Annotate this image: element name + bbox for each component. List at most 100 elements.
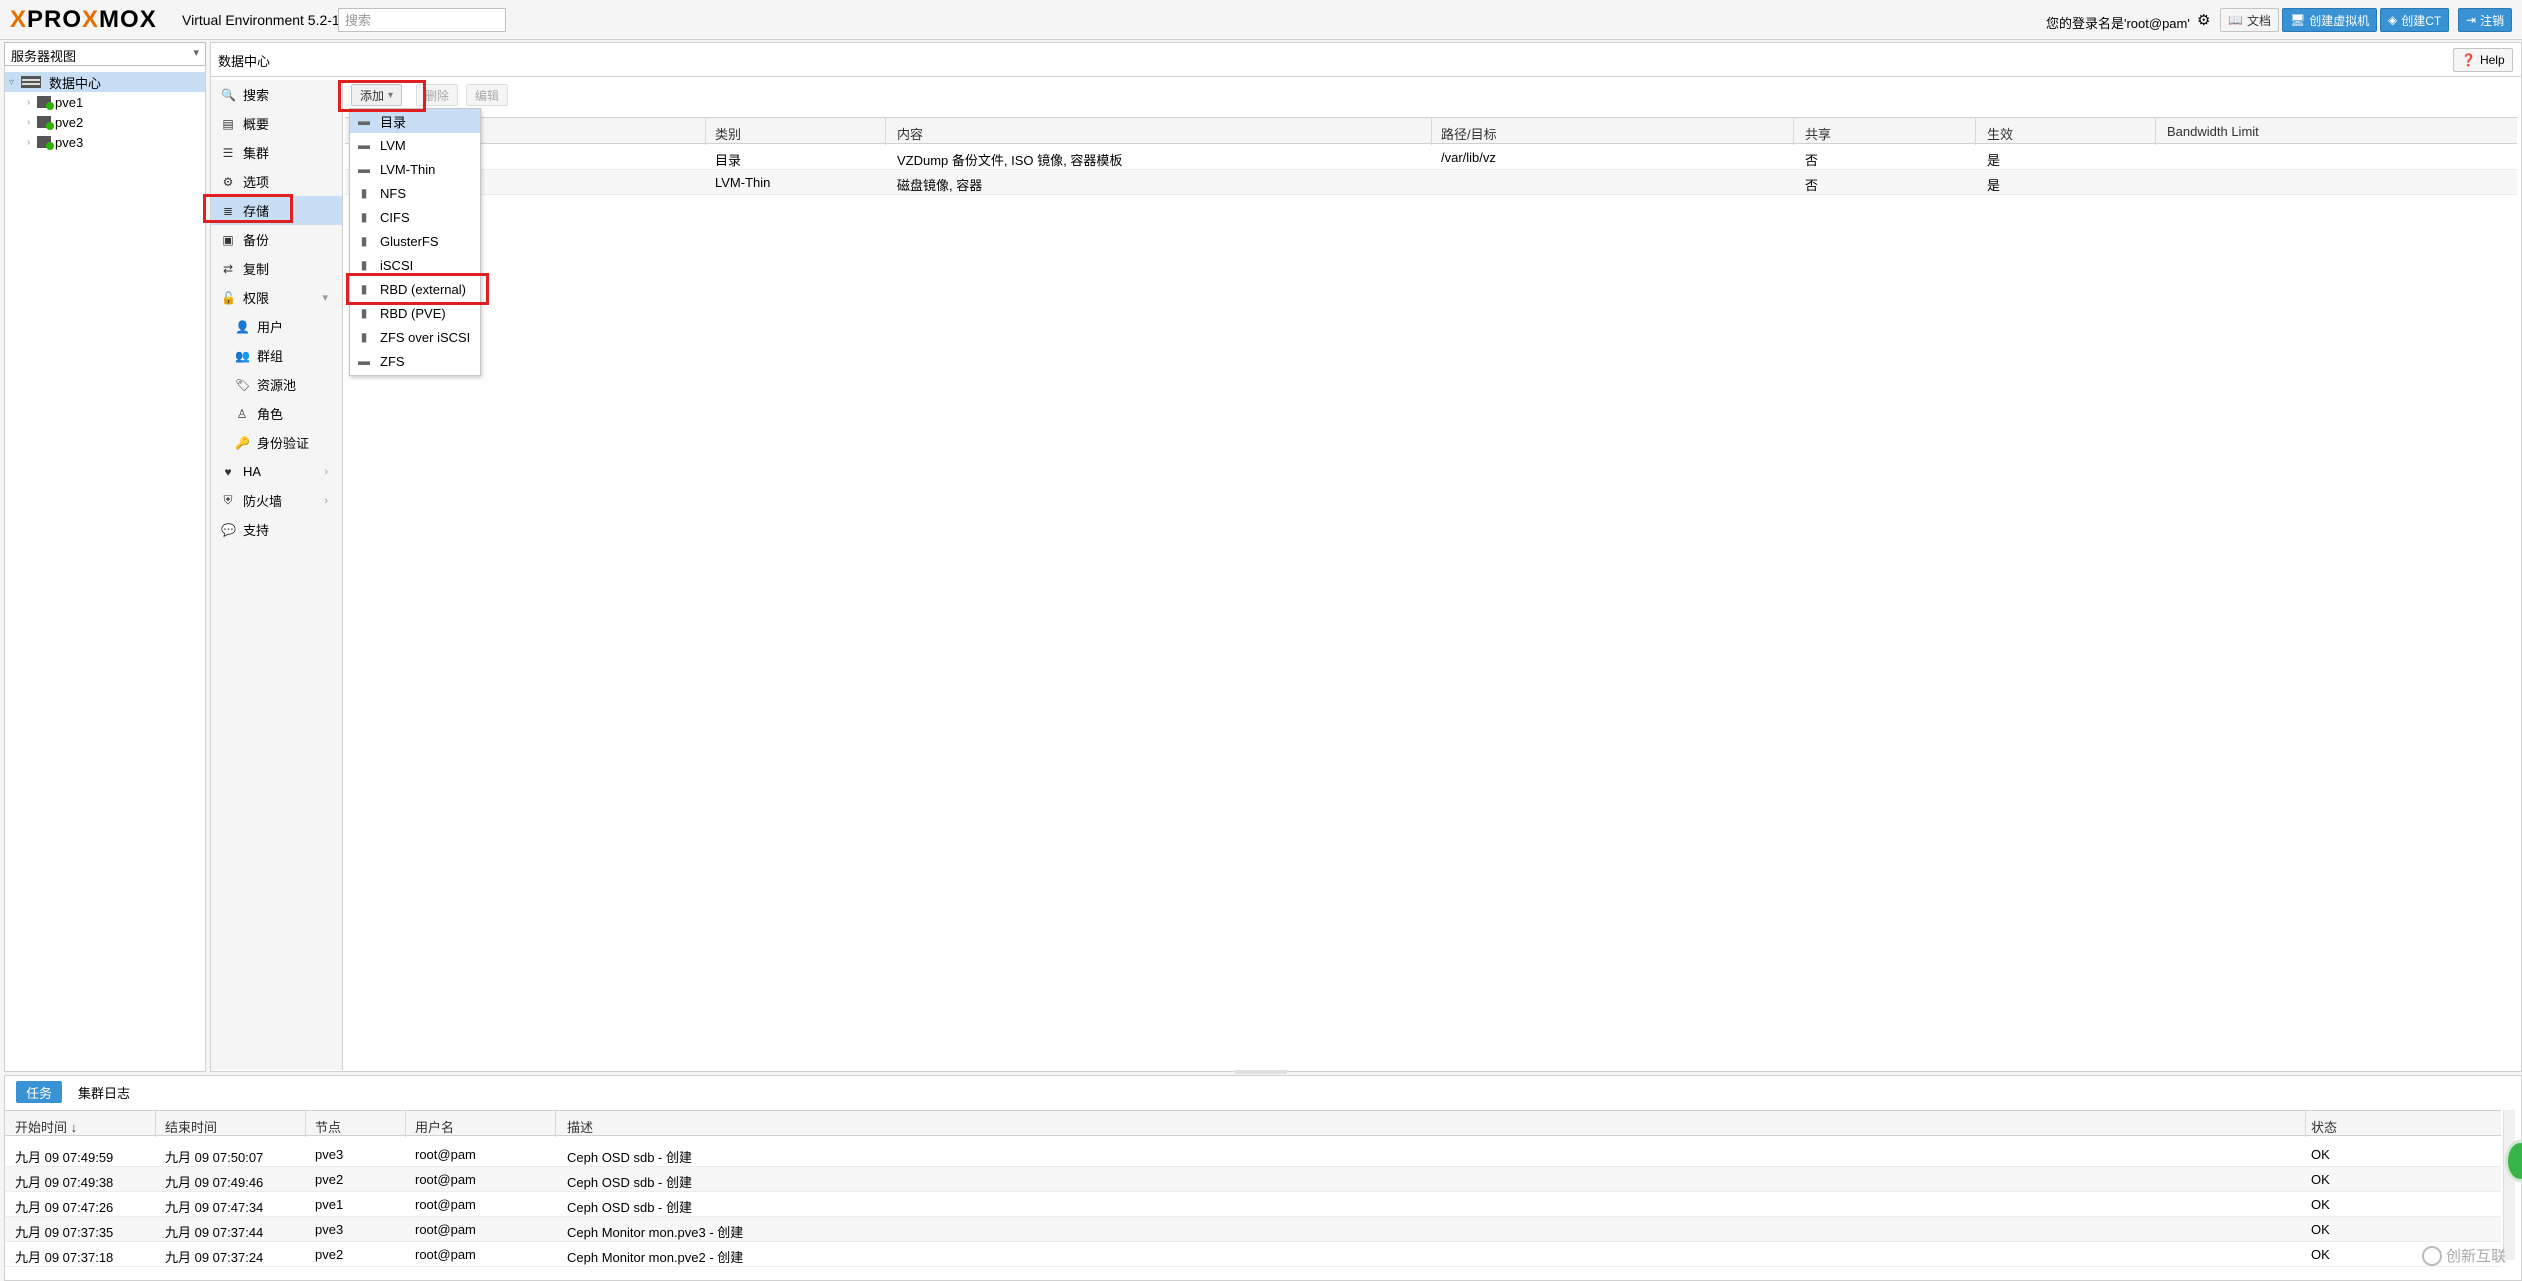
nav-item-ha[interactable]: ♥ HA › [211,457,342,486]
watermark-logo-icon [2422,1245,2442,1266]
nav-item-roles[interactable]: ♙ 角色 [211,399,342,428]
nav-item-summary[interactable]: ▤ 概要 [211,109,342,138]
server-icon: ☰ [222,145,234,160]
nav-item-support[interactable]: 💬 支持 [211,515,342,544]
divider [211,76,2521,77]
task-grid-header: 开始时间 ↓ 结束时间 节点 用户名 描述 状态 [5,1110,2501,1137]
tree-item-pve3[interactable]: › pve3 [5,132,205,152]
cell-start: 九月 09 07:37:35 [15,1225,114,1240]
floppy-icon: ▣ [222,232,234,247]
nav-item-auth[interactable]: 🔑 身份验证 [211,428,342,457]
menu-item-zfs-over-iscsi[interactable]: ▮ ZFS over iSCSI [350,325,480,349]
create-ct-button[interactable]: ◈ 创建CT [2380,8,2450,32]
nav-item-pools[interactable]: 🏷 资源池 [211,370,342,399]
task-row[interactable]: 九月 09 07:37:18 九月 09 07:37:24 pve2 root@… [5,1242,2501,1267]
tab-tasks[interactable]: 任务 [16,1081,63,1103]
nav-item-search[interactable]: 🔍 搜索 [211,80,342,109]
nav-item-options[interactable]: ⚙ 选项 [211,167,342,196]
column-header-node[interactable]: 节点 [315,1117,341,1136]
task-row[interactable]: 九月 09 07:49:38 九月 09 07:49:46 pve2 root@… [5,1167,2501,1192]
cell-type: 目录 [715,153,742,168]
create-vm-button[interactable]: 🖥 创建虚拟机 [2282,8,2378,32]
nav-label: 角色 [257,407,284,422]
cell-content: VZDump 备份文件, ISO 镜像, 容器模板 [897,153,1123,168]
column-header-end[interactable]: 结束时间 [165,1117,217,1136]
add-storage-menu: ▬ 目录 ▬ LVM ▬ LVM-Thin ▮ NFS ▮ CIFS ▮ GlusterFS… [349,108,481,376]
help-button[interactable]: ❓ Help [2453,48,2513,72]
logo-x-mid: X [82,6,100,33]
logo-text-pre: PRO [27,6,83,33]
menu-item-lvm-thin[interactable]: ▬ LVM-Thin [350,157,480,181]
edit-button[interactable]: 编辑 [466,84,509,106]
highlight-rbd-external [346,273,489,305]
column-header-user[interactable]: 用户名 [415,1117,454,1136]
folder-icon: ▬ [358,114,370,128]
nav-item-firewall[interactable]: ⛨ 防火墙 › [211,486,342,515]
menu-item-zfs[interactable]: ▬ ZFS [350,349,480,373]
cell-description: Ceph OSD sdb - 创建 [567,1175,692,1190]
tree-item-datacenter[interactable]: ▿ 数据中心 [5,72,205,92]
folder-icon: ▬ [358,138,370,152]
menu-item-lvm[interactable]: ▬ LVM [350,133,480,157]
column-header-bandwidth[interactable]: Bandwidth Limit [2167,124,2259,139]
cell-user: root@pam [415,1247,476,1262]
cell-description: Ceph Monitor mon.pve3 - 创建 [567,1225,744,1240]
proxmox-logo: X PRO X MOX [10,5,157,35]
menu-item-cifs[interactable]: ▮ CIFS [350,205,480,229]
task-row[interactable]: 九月 09 07:49:59 九月 09 07:50:07 pve3 root@… [5,1142,2501,1167]
task-scrollbar[interactable] [2503,1110,2515,1260]
column-header-description[interactable]: 描述 [567,1117,593,1136]
nav-label: 选项 [243,175,270,190]
tree-item-pve1[interactable]: › pve1 [5,92,205,112]
building-icon: ▮ [360,186,368,200]
menu-item-directory[interactable]: ▬ 目录 [350,109,480,133]
tree-item-pve2[interactable]: › pve2 [5,112,205,132]
chevron-right-icon: › [324,494,328,507]
nav-item-users[interactable]: 👤 用户 [211,312,342,341]
watermark: 创新互联 [2422,1245,2506,1266]
task-row[interactable]: 九月 09 07:47:26 九月 09 07:47:34 pve1 root@… [5,1192,2501,1217]
user-icon: 👤 [235,319,250,334]
nav-item-backup[interactable]: ▣ 备份 [211,225,342,254]
cell-description: Ceph OSD sdb - 创建 [567,1150,692,1165]
menu-item-nfs[interactable]: ▮ NFS [350,181,480,205]
column-separator [405,1111,406,1137]
column-header-status[interactable]: 状态 [2311,1117,2337,1136]
nav-item-cluster[interactable]: ☰ 集群 [211,138,342,167]
menu-item-glusterfs[interactable]: ▮ GlusterFS [350,229,480,253]
column-header-path[interactable]: 路径/目标 [1441,124,1497,143]
tab-cluster-log[interactable]: 集群日志 [68,1081,140,1103]
cell-start: 九月 09 07:49:59 [15,1150,114,1165]
menu-item-label: LVM-Thin [380,161,436,177]
search-input[interactable] [338,8,506,32]
view-selector[interactable]: 服务器视图 ▾ [4,42,206,66]
column-header-enabled[interactable]: 生效 [1987,124,2013,143]
column-header-start[interactable]: 开始时间 ↓ [15,1117,77,1136]
folder-icon: ▬ [358,162,370,176]
table-row[interactable]: LVM-Thin 磁盘镜像, 容器 否 是 [345,170,2517,195]
column-header-shared[interactable]: 共享 [1805,124,1831,143]
column-separator [155,1111,156,1137]
cell-description: Ceph OSD sdb - 创建 [567,1200,692,1215]
nav-item-replication[interactable]: ⇄ 复制 [211,254,342,283]
nav-label: 备份 [243,233,270,248]
nav-label: 群组 [257,349,284,364]
nav-item-permissions[interactable]: 🔓 权限 ▾ [211,283,342,312]
unlock-icon: 🔓 [221,290,236,305]
column-header-type[interactable]: 类别 [715,124,741,143]
page-title: 数据中心 [218,54,271,69]
task-row[interactable]: 九月 09 07:37:35 九月 09 07:37:44 pve3 root@… [5,1217,2501,1242]
expand-icon: › [27,116,31,128]
nav-label: 身份验证 [257,436,310,451]
table-row[interactable]: 目录 VZDump 备份文件, ISO 镜像, 容器模板 /var/lib/vz… [345,145,2517,170]
docs-button[interactable]: 📖 文档 [2220,8,2279,32]
column-header-content[interactable]: 内容 [897,124,923,143]
resize-handle[interactable] [1235,1070,1287,1074]
logout-button[interactable]: ⇥ 注销 [2458,8,2513,32]
folder-icon: ▬ [358,354,370,368]
nav-item-groups[interactable]: 👥 群组 [211,341,342,370]
help-label: Help [2479,53,2505,67]
gear-icon[interactable]: ⚙ [2197,11,2210,29]
menu-item-label: ZFS over iSCSI [380,329,471,345]
menu-item-label: GlusterFS [380,233,439,249]
